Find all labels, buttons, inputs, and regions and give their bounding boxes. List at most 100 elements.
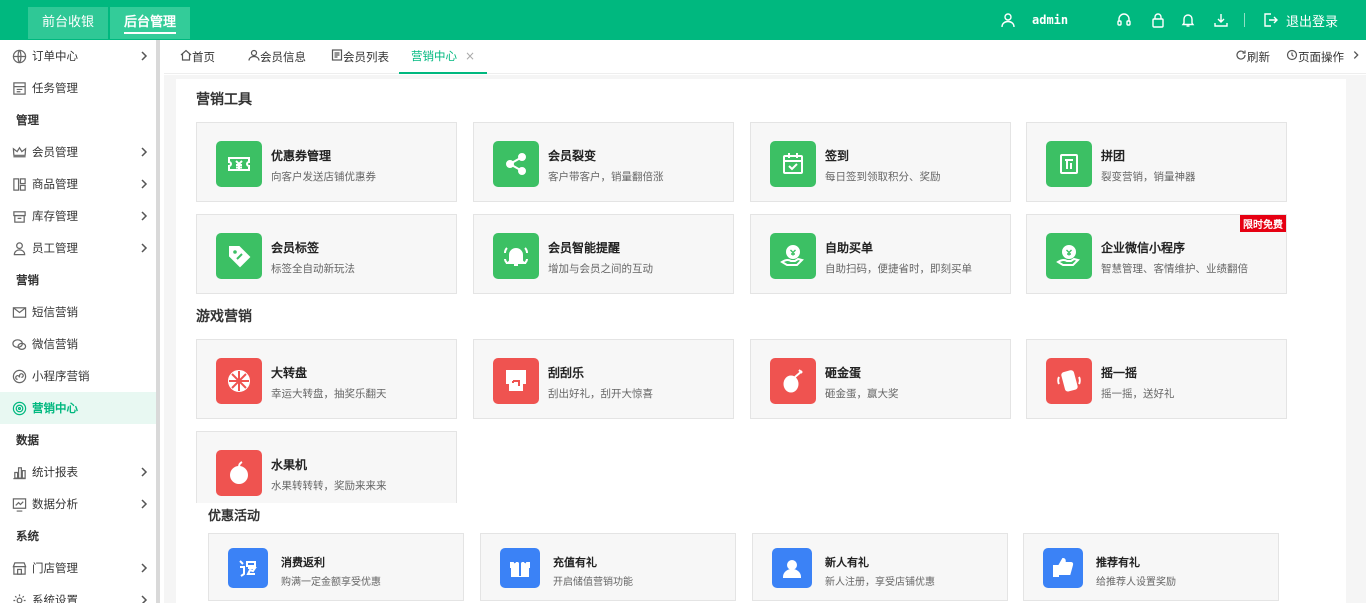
bell-button[interactable] — [1180, 0, 1196, 40]
sidebar-item-label: 门店管理 — [32, 561, 78, 575]
game-card-fruit-machine[interactable]: 水果机 水果转转转，奖励来来来 — [196, 431, 457, 511]
promo-card-referral[interactable]: 推荐有礼 给推荐人设置奖励 — [1023, 533, 1279, 601]
tab-label: 会员列表 — [343, 50, 389, 64]
main-content: 营销工具 优惠券管理 向客户发送店铺优惠券 会员裂变 客户带客户，销量翻倍涨 签… — [164, 75, 1366, 603]
card-title: 会员智能提醒 — [548, 241, 621, 255]
refresh-label: 刷新 — [1247, 50, 1270, 64]
user-area[interactable]: admin — [1000, 0, 1068, 40]
target-icon — [12, 401, 27, 416]
wheel-icon — [216, 358, 262, 404]
card-desc: 新人注册，享受店铺优惠 — [825, 577, 935, 588]
card-desc: 刮出好礼，刮开大惊喜 — [548, 388, 653, 400]
game-card-shake[interactable]: 摇一摇 摇一摇，送好礼 — [1026, 339, 1287, 419]
card-title: 新人有礼 — [825, 556, 869, 569]
sidebar-item-staff[interactable]: 员工管理 — [0, 232, 156, 264]
sidebar-item-reports[interactable]: 统计报表 — [0, 456, 156, 488]
nav-back-admin[interactable]: 后台管理 — [110, 7, 191, 39]
close-icon[interactable]: × — [465, 39, 475, 73]
game-card-wheel[interactable]: 大转盘 幸运大转盘，抽奖乐翻天 — [196, 339, 457, 419]
sidebar-item-miniprogram[interactable]: 小程序营销 — [0, 360, 156, 392]
hand-money-icon — [1046, 233, 1092, 279]
tab-marketing-center[interactable]: 营销中心 × — [399, 39, 488, 74]
newuser-icon — [772, 548, 812, 588]
sidebar-item-stock[interactable]: 库存管理 — [0, 200, 156, 232]
card-title: 消费返利 — [281, 556, 325, 569]
promo-card-recharge[interactable]: 充值有礼 开启储值营销功能 — [480, 533, 736, 601]
sidebar-item-marketing-center[interactable]: 营销中心 — [0, 392, 156, 424]
sidebar-item-wechat[interactable]: 微信营销 — [0, 328, 156, 360]
tool-card-coupon[interactable]: 优惠券管理 向客户发送店铺优惠券 — [196, 122, 457, 202]
card-desc: 开启储值营销功能 — [553, 577, 633, 588]
tab-label: 会员信息 — [260, 50, 306, 64]
sidebar-item-label: 短信营销 — [32, 305, 78, 319]
game-card-golden-egg[interactable]: 砸金蛋 砸金蛋，赢大奖 — [750, 339, 1011, 419]
tab-member-info[interactable]: 会员信息 — [248, 40, 306, 74]
miniprogram-icon — [12, 369, 27, 384]
sidebar-item-tasks[interactable]: 任务管理 — [0, 72, 156, 104]
tool-card-wework-mp[interactable]: 限时免费 企业微信小程序 智慧管理、客情维护、业绩翻倍 — [1026, 214, 1287, 294]
hand-money-icon — [770, 233, 816, 279]
download-button[interactable] — [1213, 0, 1229, 40]
tag-icon — [216, 233, 262, 279]
page-ops-button[interactable]: 页面操作 — [1286, 40, 1360, 74]
tab-label: 首页 — [192, 50, 215, 64]
card-title: 水果机 — [271, 458, 308, 472]
bar-chart-icon — [12, 465, 27, 480]
tool-card-fission[interactable]: 会员裂变 客户带客户，销量翻倍涨 — [473, 122, 734, 202]
headset-button[interactable] — [1116, 0, 1132, 40]
nav-front-cashier[interactable]: 前台收银 — [28, 7, 109, 39]
sidebar-group-manage: 管理 — [16, 113, 39, 127]
home-icon — [180, 40, 192, 74]
nav-back-label: 后台管理 — [124, 15, 177, 34]
bell-icon — [1180, 12, 1196, 28]
globe-icon — [12, 49, 27, 64]
tab-home[interactable]: 首页 — [180, 40, 215, 74]
game-card-scratch[interactable]: 刮刮乐 刮出好礼，刮开大惊喜 — [473, 339, 734, 419]
promo-card-rebate[interactable]: 消费返利 购满一定金额享受优惠 — [208, 533, 464, 601]
wechat-icon — [12, 337, 27, 352]
tool-card-smart-remind[interactable]: 会员智能提醒 增加与会员之间的互动 — [473, 214, 734, 294]
card-title: 优惠券管理 — [271, 149, 332, 163]
share-icon — [493, 141, 539, 187]
sidebar-item-label: 统计报表 — [32, 465, 78, 479]
sidebar-item-settings[interactable]: 系统设置 — [0, 584, 156, 603]
sidebar-item-analysis[interactable]: 数据分析 — [0, 488, 156, 520]
sidebar: 订单中心 任务管理 管理 会员管理 商品管理 库存管理 员工管理 营销 短信营销… — [0, 40, 160, 603]
download-icon — [1213, 12, 1229, 28]
section-title-promos: 优惠活动 — [208, 509, 261, 524]
logout-button[interactable]: 退出登录 — [1262, 0, 1338, 40]
task-icon — [12, 81, 27, 96]
sidebar-item-label: 会员管理 — [32, 145, 78, 159]
lock-icon — [1150, 12, 1166, 28]
card-desc: 摇一摇，送好礼 — [1101, 388, 1175, 400]
user-icon — [1000, 12, 1016, 28]
tool-card-signin[interactable]: 签到 每日签到领取积分、奖励 — [750, 122, 1011, 202]
lock-button[interactable] — [1150, 0, 1166, 40]
sidebar-item-goods[interactable]: 商品管理 — [0, 168, 156, 200]
tab-member-list[interactable]: 会员列表 — [331, 40, 389, 74]
promo-section: 优惠活动 消费返利 购满一定金额享受优惠 充值有礼 开启储值营销功能 新人有礼 … — [196, 503, 1346, 603]
tool-card-member-tag[interactable]: 会员标签 标签全自动新玩法 — [196, 214, 457, 294]
promo-card-newcomer[interactable]: 新人有礼 新人注册，享受店铺优惠 — [752, 533, 1008, 601]
tool-card-groupbuy[interactable]: 拼团 裂变营销，销量神器 — [1026, 122, 1287, 202]
sidebar-item-label: 员工管理 — [32, 241, 78, 255]
tool-card-self-checkout[interactable]: 自助买单 自助扫码，便捷省时，即刻买单 — [750, 214, 1011, 294]
clock-icon — [1286, 40, 1298, 74]
chevron-right-icon — [140, 593, 148, 603]
chevron-right-icon — [140, 177, 148, 191]
card-desc: 自助扫码，便捷省时，即刻买单 — [825, 263, 972, 275]
logout-label: 退出登录 — [1286, 14, 1339, 30]
mail-icon — [12, 305, 27, 320]
sidebar-item-stores[interactable]: 门店管理 — [0, 552, 156, 584]
sidebar-group-data: 数据 — [16, 433, 39, 447]
chevron-right-icon — [140, 241, 148, 255]
sidebar-item-label: 商品管理 — [32, 177, 78, 191]
sidebar-item-orders[interactable]: 订单中心 — [0, 40, 156, 72]
sidebar-group-marketing: 营销 — [16, 273, 39, 287]
sidebar-item-sms[interactable]: 短信营销 — [0, 296, 156, 328]
sidebar-item-members[interactable]: 会员管理 — [0, 136, 156, 168]
card-desc: 裂变营销，销量神器 — [1101, 171, 1196, 183]
refresh-button[interactable]: 刷新 — [1235, 40, 1270, 74]
gift-icon — [500, 548, 540, 588]
sidebar-item-label: 小程序营销 — [32, 369, 90, 383]
